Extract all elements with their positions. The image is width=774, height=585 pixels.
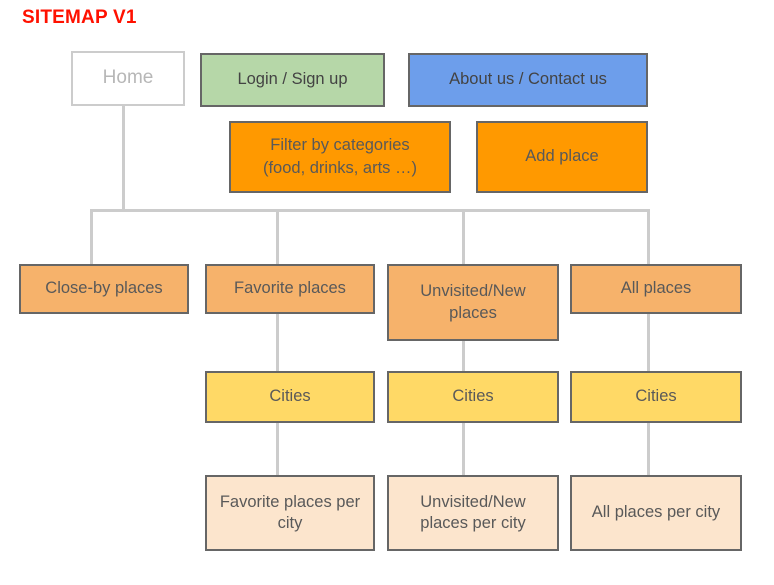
connector-bus-to-favorite: [276, 209, 279, 264]
node-filter-by-categories[interactable]: Filter by categories (food, drinks, arts…: [229, 121, 451, 193]
node-close-by-places[interactable]: Close-by places: [19, 264, 189, 314]
node-add-place-label: Add place: [525, 147, 599, 166]
node-unvisited-new-places[interactable]: Unvisited/New places: [387, 264, 559, 341]
connector-cities-to-all-per-city: [647, 422, 650, 475]
node-unvisited-new-places-per-city-label: Unvisited/New places per city: [420, 492, 526, 532]
node-favorite-places-per-city[interactable]: Favorite places per city: [205, 475, 375, 551]
node-cities-favorite-label: Cities: [269, 387, 311, 406]
connector-favorite-to-cities: [276, 313, 279, 371]
node-filter-by-categories-label-line1: Filter by categories: [270, 136, 410, 155]
connector-all-places-to-cities: [647, 313, 650, 371]
node-favorite-places[interactable]: Favorite places: [205, 264, 375, 314]
node-unvisited-new-places-label: Unvisited/New places: [420, 282, 526, 322]
connector-bus-to-close-by: [90, 209, 93, 264]
connector-horizontal-bus: [90, 209, 650, 212]
connector-unvisited-to-cities: [462, 340, 465, 371]
node-favorite-places-per-city-label: Favorite places per city: [219, 492, 361, 532]
node-unvisited-new-places-per-city[interactable]: Unvisited/New places per city: [387, 475, 559, 551]
connector-bus-to-unvisited: [462, 209, 465, 264]
node-filter-by-categories-label-line2: (food, drinks, arts …): [262, 158, 418, 177]
node-login-signup-label: Login / Sign up: [237, 70, 348, 89]
node-favorite-places-label: Favorite places: [234, 279, 346, 298]
node-cities-unvisited[interactable]: Cities: [387, 371, 559, 423]
node-all-places-per-city-label: All places per city: [591, 503, 721, 522]
connector-cities-to-unvisited-per-city: [462, 422, 465, 475]
sitemap-diagram: SITEMAP V1 Home Login / Sign up About us…: [0, 0, 774, 585]
connector-cities-to-favorite-per-city: [276, 422, 279, 475]
node-cities-unvisited-label: Cities: [452, 387, 494, 406]
node-all-places-per-city[interactable]: All places per city: [570, 475, 742, 551]
node-add-place[interactable]: Add place: [476, 121, 648, 193]
node-login-signup[interactable]: Login / Sign up: [200, 53, 385, 107]
node-close-by-places-label: Close-by places: [45, 279, 163, 298]
connector-home-to-bus: [122, 105, 125, 212]
node-all-places[interactable]: All places: [570, 264, 742, 314]
node-about-contact-label: About us / Contact us: [449, 70, 607, 89]
node-home-label: Home: [102, 67, 154, 89]
node-cities-all-label: Cities: [635, 387, 677, 406]
node-about-contact[interactable]: About us / Contact us: [408, 53, 648, 107]
node-cities-favorite[interactable]: Cities: [205, 371, 375, 423]
connector-bus-to-all-places: [647, 209, 650, 264]
page-title: SITEMAP V1: [22, 7, 137, 28]
node-home[interactable]: Home: [71, 51, 185, 106]
node-all-places-label: All places: [620, 279, 692, 298]
node-cities-all[interactable]: Cities: [570, 371, 742, 423]
